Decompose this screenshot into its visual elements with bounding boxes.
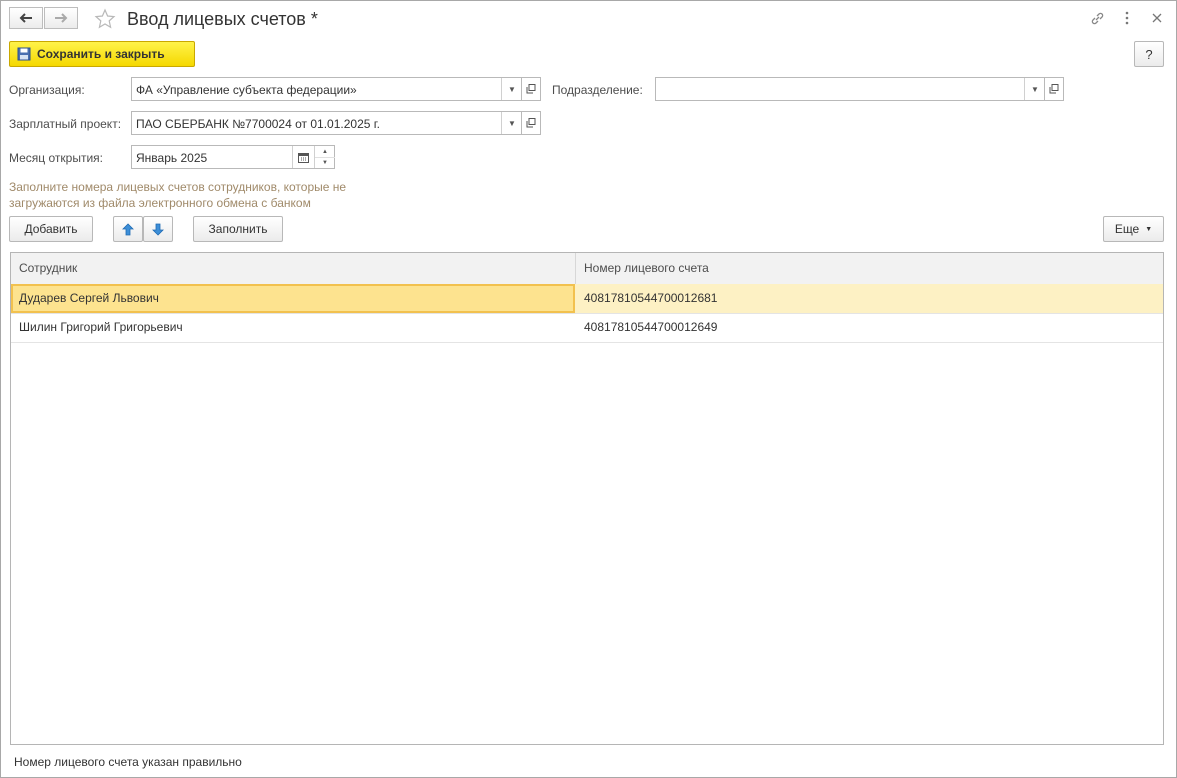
arrow-right-icon xyxy=(55,13,68,23)
chevron-down-icon: ▼ xyxy=(508,118,516,128)
help-button[interactable]: ? xyxy=(1134,41,1164,67)
add-button[interactable]: Добавить xyxy=(9,216,93,242)
chevron-down-icon: ▼ xyxy=(1031,84,1039,94)
open-window-icon xyxy=(526,118,536,128)
organization-value: ФА «Управление субъекта федерации» xyxy=(136,83,357,97)
arrow-down-icon xyxy=(152,223,164,236)
more-vertical-icon[interactable] xyxy=(1119,10,1135,26)
table-header: Сотрудник Номер лицевого счета xyxy=(11,253,1163,285)
column-header-account[interactable]: Номер лицевого счета xyxy=(576,253,1163,284)
favorite-star-icon[interactable] xyxy=(94,8,116,30)
save-and-close-label: Сохранить и закрыть xyxy=(37,47,165,61)
close-icon[interactable] xyxy=(1149,10,1165,26)
chevron-down-icon: ▼ xyxy=(508,84,516,94)
salary-project-field[interactable]: ПАО СБЕРБАНК №7700024 от 01.01.2025 г. ▼ xyxy=(131,111,522,135)
more-label: Еще xyxy=(1114,222,1140,236)
salary-project-value: ПАО СБЕРБАНК №7700024 от 01.01.2025 г. xyxy=(136,117,380,131)
open-month-label: Месяц открытия: xyxy=(9,151,103,165)
open-month-field[interactable]: Январь 2025 ▲ ▼ xyxy=(131,145,335,169)
arrow-up-icon xyxy=(122,222,134,235)
employee-cell[interactable]: Шилин Григорий Григорьевич xyxy=(11,313,576,342)
hint-line-2: загружаются из файла электронного обмена… xyxy=(9,196,311,210)
move-up-button[interactable] xyxy=(113,216,143,242)
subdivision-field[interactable]: ▼ xyxy=(655,77,1045,101)
table-row[interactable]: Дударев Сергей Львович 40817810544700012… xyxy=(11,284,1163,314)
open-month-value: Январь 2025 xyxy=(136,151,208,165)
chevron-down-icon: ▼ xyxy=(1145,225,1153,233)
month-stepper[interactable]: ▲ ▼ xyxy=(314,146,335,168)
arrow-left-icon xyxy=(19,13,32,23)
open-window-icon xyxy=(526,84,536,94)
forward-button[interactable] xyxy=(44,7,78,29)
save-icon xyxy=(17,47,31,61)
organization-label: Организация: xyxy=(9,83,85,97)
salary-project-dropdown-button[interactable]: ▼ xyxy=(501,112,522,134)
account-cell[interactable]: 40817810544700012649 xyxy=(576,313,1163,342)
column-header-employee[interactable]: Сотрудник xyxy=(11,253,576,284)
salary-project-label: Зарплатный проект: xyxy=(9,117,122,131)
back-button[interactable] xyxy=(9,7,43,29)
move-down-button[interactable] xyxy=(143,216,173,242)
organization-dropdown-button[interactable]: ▼ xyxy=(501,78,522,100)
link-icon[interactable] xyxy=(1089,10,1105,26)
employee-cell[interactable]: Дударев Сергей Львович xyxy=(11,284,575,313)
status-message: Номер лицевого счета указан правильно xyxy=(14,755,242,769)
organization-field[interactable]: ФА «Управление субъекта федерации» ▼ xyxy=(131,77,522,101)
page-title: Ввод лицевых счетов * xyxy=(127,9,318,29)
subdivision-open-button[interactable] xyxy=(1044,77,1064,101)
open-window-icon xyxy=(1049,84,1059,94)
subdivision-label: Подразделение: xyxy=(552,83,643,97)
salary-project-open-button[interactable] xyxy=(521,111,541,135)
stepper-down-icon[interactable]: ▼ xyxy=(315,157,335,168)
accounts-table[interactable]: Сотрудник Номер лицевого счета Дударев С… xyxy=(10,252,1164,745)
fill-button[interactable]: Заполнить xyxy=(193,216,283,242)
subdivision-dropdown-button[interactable]: ▼ xyxy=(1024,78,1045,100)
account-cell[interactable]: 40817810544700012681 xyxy=(576,284,1163,313)
more-button[interactable]: Еще ▼ xyxy=(1103,216,1164,242)
calendar-button[interactable] xyxy=(292,146,314,168)
organization-open-button[interactable] xyxy=(521,77,541,101)
hint-text: Заполните номера лицевых счетов сотрудни… xyxy=(9,179,389,211)
calendar-icon xyxy=(298,152,309,163)
hint-line-1: Заполните номера лицевых счетов сотрудни… xyxy=(9,180,347,194)
table-row[interactable]: Шилин Григорий Григорьевич 4081781054470… xyxy=(11,313,1163,343)
save-and-close-button[interactable]: Сохранить и закрыть xyxy=(9,41,195,67)
